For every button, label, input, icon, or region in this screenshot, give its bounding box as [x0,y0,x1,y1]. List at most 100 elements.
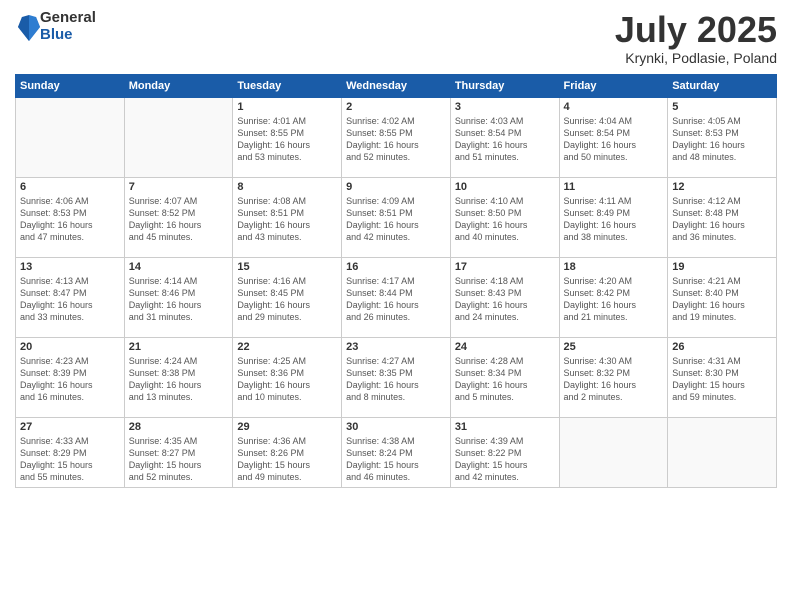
day-info: Sunrise: 4:27 AMSunset: 8:35 PMDaylight:… [346,355,446,404]
day-info: Sunrise: 4:39 AMSunset: 8:22 PMDaylight:… [455,435,555,484]
day-number: 23 [346,341,446,353]
logo-icon [18,13,40,41]
table-row: 31 Sunrise: 4:39 AMSunset: 8:22 PMDayligh… [450,417,559,487]
day-number: 14 [129,261,229,273]
day-info: Sunrise: 4:06 AMSunset: 8:53 PMDaylight:… [20,195,120,244]
day-info: Sunrise: 4:28 AMSunset: 8:34 PMDaylight:… [455,355,555,404]
table-row [16,97,125,177]
day-number: 2 [346,101,446,113]
day-info: Sunrise: 4:11 AMSunset: 8:49 PMDaylight:… [564,195,664,244]
day-info: Sunrise: 4:35 AMSunset: 8:27 PMDaylight:… [129,435,229,484]
day-number: 5 [672,101,772,113]
header-thursday: Thursday [450,74,559,97]
logo-general-text: General [40,10,96,27]
day-info: Sunrise: 4:16 AMSunset: 8:45 PMDaylight:… [237,275,337,324]
day-info: Sunrise: 4:18 AMSunset: 8:43 PMDaylight:… [455,275,555,324]
day-info: Sunrise: 4:33 AMSunset: 8:29 PMDaylight:… [20,435,120,484]
table-row: 14 Sunrise: 4:14 AMSunset: 8:46 PMDayligh… [124,257,233,337]
day-number: 18 [564,261,664,273]
day-number: 25 [564,341,664,353]
day-number: 8 [237,181,337,193]
table-row: 9Sunrise: 4:09 AMSunset: 8:51 PMDaylight… [342,177,451,257]
day-number: 21 [129,341,229,353]
day-info: Sunrise: 4:14 AMSunset: 8:46 PMDaylight:… [129,275,229,324]
table-row: 23 Sunrise: 4:27 AMSunset: 8:35 PMDayligh… [342,337,451,417]
day-number: 31 [455,421,555,433]
table-row: 7 Sunrise: 4:07 AMSunset: 8:52 PMDaylight… [124,177,233,257]
day-info: Sunrise: 4:38 AMSunset: 8:24 PMDaylight:… [346,435,446,484]
day-number: 10 [455,181,555,193]
day-info: Sunrise: 4:23 AMSunset: 8:39 PMDaylight:… [20,355,120,404]
logo-blue-text: Blue [40,27,96,44]
table-row: 28 Sunrise: 4:35 AMSunset: 8:27 PMDayligh… [124,417,233,487]
day-number: 22 [237,341,337,353]
calendar-header-row: Sunday Monday Tuesday Wednesday Thursday… [16,74,777,97]
day-info: Sunrise: 4:25 AMSunset: 8:36 PMDaylight:… [237,355,337,404]
day-info: Sunrise: 4:08 AMSunset: 8:51 PMDaylight:… [237,195,337,244]
day-number: 1 [237,101,337,113]
table-row: 4Sunrise: 4:04 AMSunset: 8:54 PMDaylight… [559,97,668,177]
day-number: 16 [346,261,446,273]
day-number: 19 [672,261,772,273]
day-number: 30 [346,421,446,433]
header: General Blue July 2025 Krynki, Podlasie,… [15,10,777,66]
day-number: 7 [129,181,229,193]
day-info: Sunrise: 4:01 AMSunset: 8:55 PMDaylight:… [237,115,337,164]
table-row [559,417,668,487]
day-number: 13 [20,261,120,273]
day-info: Sunrise: 4:21 AMSunset: 8:40 PMDaylight:… [672,275,772,324]
calendar-table: Sunday Monday Tuesday Wednesday Thursday… [15,74,777,488]
table-row: 26 Sunrise: 4:31 AMSunset: 8:30 PMDayligh… [668,337,777,417]
table-row: 24 Sunrise: 4:28 AMSunset: 8:34 PMDayligh… [450,337,559,417]
location-subtitle: Krynki, Podlasie, Poland [615,50,777,66]
header-tuesday: Tuesday [233,74,342,97]
table-row: 27 Sunrise: 4:33 AMSunset: 8:29 PMDayligh… [16,417,125,487]
table-row [668,417,777,487]
table-row: 3 Sunrise: 4:03 AMSunset: 8:54 PMDaylight… [450,97,559,177]
day-info: Sunrise: 4:07 AMSunset: 8:52 PMDaylight:… [129,195,229,244]
table-row: 12 Sunrise: 4:12 AMSunset: 8:48 PMDayligh… [668,177,777,257]
table-row: 11 Sunrise: 4:11 AMSunset: 8:49 PMDayligh… [559,177,668,257]
title-section: July 2025 Krynki, Podlasie, Poland [615,10,777,66]
day-info: Sunrise: 4:02 AMSunset: 8:55 PMDaylight:… [346,115,446,164]
table-row: 20 Sunrise: 4:23 AMSunset: 8:39 PMDayligh… [16,337,125,417]
page: General Blue July 2025 Krynki, Podlasie,… [0,0,792,612]
header-saturday: Saturday [668,74,777,97]
logo-text: General Blue [40,10,96,43]
table-row: 15Sunrise: 4:16 AMSunset: 8:45 PMDayligh… [233,257,342,337]
table-row: 16 Sunrise: 4:17 AMSunset: 8:44 PMDayligh… [342,257,451,337]
day-number: 3 [455,101,555,113]
day-number: 12 [672,181,772,193]
day-number: 11 [564,181,664,193]
day-info: Sunrise: 4:12 AMSunset: 8:48 PMDaylight:… [672,195,772,244]
day-info: Sunrise: 4:13 AMSunset: 8:47 PMDaylight:… [20,275,120,324]
day-number: 4 [564,101,664,113]
header-wednesday: Wednesday [342,74,451,97]
day-number: 6 [20,181,120,193]
table-row: 1 Sunrise: 4:01 AMSunset: 8:55 PMDaylight… [233,97,342,177]
table-row: 29Sunrise: 4:36 AMSunset: 8:26 PMDayligh… [233,417,342,487]
table-row: 17 Sunrise: 4:18 AMSunset: 8:43 PMDayligh… [450,257,559,337]
table-row: 5Sunrise: 4:05 AMSunset: 8:53 PMDaylight… [668,97,777,177]
day-info: Sunrise: 4:31 AMSunset: 8:30 PMDaylight:… [672,355,772,404]
day-info: Sunrise: 4:17 AMSunset: 8:44 PMDaylight:… [346,275,446,324]
table-row: 25Sunrise: 4:30 AMSunset: 8:32 PMDayligh… [559,337,668,417]
day-number: 17 [455,261,555,273]
day-info: Sunrise: 4:03 AMSunset: 8:54 PMDaylight:… [455,115,555,164]
table-row: 19 Sunrise: 4:21 AMSunset: 8:40 PMDayligh… [668,257,777,337]
day-number: 24 [455,341,555,353]
table-row: 18Sunrise: 4:20 AMSunset: 8:42 PMDayligh… [559,257,668,337]
table-row: 8 Sunrise: 4:08 AMSunset: 8:51 PMDaylight… [233,177,342,257]
day-number: 9 [346,181,446,193]
header-friday: Friday [559,74,668,97]
day-number: 20 [20,341,120,353]
table-row [124,97,233,177]
logo: General Blue [15,10,96,43]
day-number: 27 [20,421,120,433]
day-number: 28 [129,421,229,433]
day-number: 26 [672,341,772,353]
table-row: 22 Sunrise: 4:25 AMSunset: 8:36 PMDayligh… [233,337,342,417]
table-row: 30 Sunrise: 4:38 AMSunset: 8:24 PMDayligh… [342,417,451,487]
day-info: Sunrise: 4:24 AMSunset: 8:38 PMDaylight:… [129,355,229,404]
day-number: 29 [237,421,337,433]
